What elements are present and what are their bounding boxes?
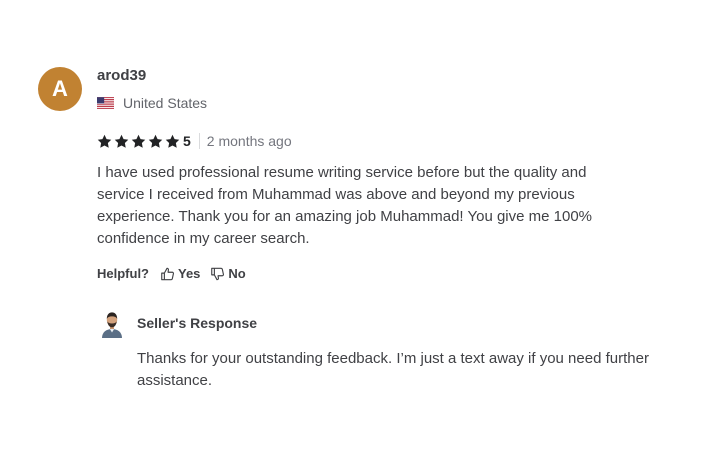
rating-value: 5 — [183, 133, 191, 149]
seller-avatar — [99, 310, 125, 338]
review-text: I have used professional resume writing … — [97, 164, 593, 247]
helpful-label: Helpful? — [97, 266, 149, 281]
helpful-row: Helpful? Yes No — [97, 266, 256, 281]
review-card: A arod39 United States 5 2 months ago I … — [0, 0, 708, 457]
helpful-no-button[interactable]: No — [210, 266, 246, 281]
yes-label: Yes — [178, 266, 201, 281]
thumbs-down-icon — [211, 267, 225, 280]
rating-divider — [198, 133, 200, 149]
country-name: United States — [123, 95, 208, 111]
reviewer-country: United States — [97, 95, 207, 111]
star-icon — [97, 134, 112, 148]
rating-row: 5 2 months ago — [97, 132, 292, 150]
us-flag-icon — [97, 97, 114, 109]
star-rating — [97, 134, 180, 149]
star-icon — [131, 134, 146, 148]
helpful-yes-button[interactable]: Yes — [160, 266, 200, 281]
review-time: 2 months ago — [206, 133, 292, 149]
avatar[interactable]: A — [38, 67, 82, 111]
reviewer-username[interactable]: arod39 — [97, 67, 146, 84]
seller-response-title: Seller's Response — [137, 315, 258, 331]
star-icon — [165, 134, 180, 148]
star-icon — [148, 134, 163, 148]
avatar-letter: A — [52, 76, 68, 101]
thumbs-up-icon — [161, 267, 174, 280]
no-label: No — [228, 266, 246, 281]
seller-response-text: Thanks for your outstanding feedback. I’… — [137, 350, 649, 389]
star-icon — [114, 134, 129, 148]
